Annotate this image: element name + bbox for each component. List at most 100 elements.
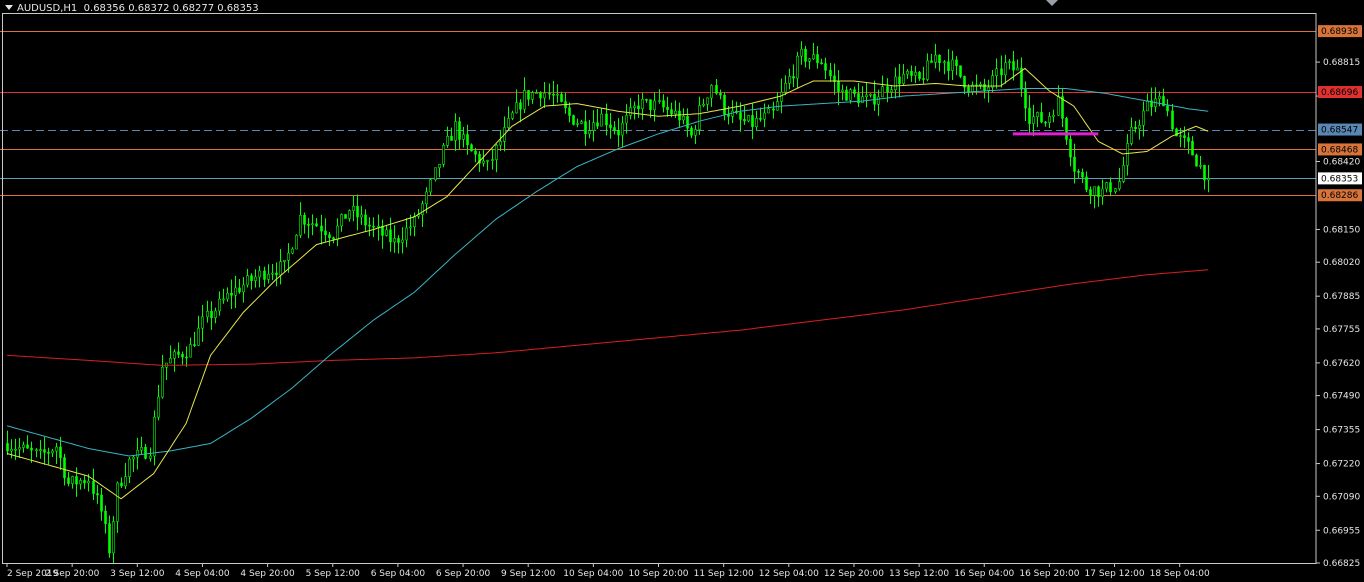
candle-body [759,118,762,120]
candle-body [682,115,685,121]
price-tick-label: 0.68150 [1323,225,1360,235]
candle-body [389,229,392,243]
candle-body [1105,182,1108,190]
candle-body [71,476,74,484]
candle-body [568,107,571,116]
time-tick-label: 12 Sep 04:00 [759,569,819,579]
candle-body [364,214,367,226]
candle-body [694,129,697,136]
candle-body [173,351,176,359]
candle-body [1040,112,1043,123]
candle-body [1004,62,1007,76]
candle-body [189,344,192,358]
time-tick-label: 2 Sep 20:00 [45,569,100,579]
candle-body [938,54,941,63]
candle-body [307,224,310,226]
candle-body [584,121,587,135]
candle-body [588,130,591,135]
time-tick-label: 3 Sep 12:00 [110,569,165,579]
candle-body [246,275,249,286]
candle-body [315,223,318,227]
dropdown-arrow-icon[interactable] [5,5,13,10]
candle-body [824,63,827,71]
candle-body [763,112,766,120]
candle-body [181,354,184,358]
candle-body [548,92,551,95]
candle-body [499,141,502,146]
candle-body [1109,182,1112,193]
candle-body [22,444,25,448]
price-tick-label: 0.67885 [1323,292,1360,302]
candle-body [1028,107,1031,124]
candle-body [26,444,29,449]
time-tick-label: 4 Sep 20:00 [240,569,295,579]
time-tick-label: 6 Sep 04:00 [371,569,426,579]
candle-body [30,447,33,451]
candle-body [926,60,929,80]
candle-body [324,230,327,236]
candle-body [108,523,111,554]
candle-body [678,110,681,121]
chart-canvas[interactable]: 0.68815 0.68420 0.68150 0.68020 0.67885 0.677… [0,0,1364,582]
candle-body [898,76,901,84]
candle-body [906,71,909,75]
candle-body [959,65,962,77]
candle-body [79,480,82,485]
candle-body [987,87,990,91]
candle-body [153,416,156,457]
price-label: 0.68353 [1321,174,1358,184]
candle-body [238,287,241,293]
price-tick-label: 0.66825 [1323,559,1360,569]
candle-body [784,82,787,93]
candle-body [849,89,852,101]
time-tick-label: 6 Sep 20:00 [436,569,491,579]
candle-body [1024,88,1027,109]
time-tick-label: 13 Sep 12:00 [889,569,949,579]
candle-body [177,351,180,355]
candle-body [344,214,347,219]
candle-body [556,93,559,96]
candle-body [955,59,958,67]
chart-title: AUDUSD,H1 0.68356 0.68372 0.68277 0.6835… [5,3,259,14]
time-tick-label: 10 Sep 20:00 [628,569,688,579]
candle-body [140,447,143,451]
candle-body [254,276,257,281]
time-tick-label: 9 Sep 12:00 [501,569,556,579]
candle-body [841,89,844,92]
candle-body [409,226,412,229]
candle-body [434,167,437,181]
candle-body [442,145,445,165]
candle-body [157,396,160,418]
candle-body [279,261,282,276]
candle-body [222,298,225,301]
candle-body [100,494,103,512]
candle-body [1199,165,1202,167]
candle-body [535,92,538,94]
candle-body [645,99,648,101]
candle-body [511,112,514,119]
time-tick-label: 4 Sep 04:00 [175,569,230,579]
candle-body [1101,188,1104,198]
candle-body [715,85,718,94]
price-tick-label: 0.68815 [1323,58,1360,68]
candle-body [767,108,770,114]
candle-body [1052,114,1055,117]
candle-body [600,113,603,127]
candle-body [772,108,775,111]
candle-body [816,54,819,64]
candle-body [291,248,294,254]
candle-body [352,205,355,211]
price-label: 0.68938 [1321,27,1358,37]
candle-body [609,124,612,128]
price-tick-label: 0.67490 [1323,392,1360,402]
candle-body [800,48,803,57]
candle-body [328,234,331,238]
candle-body [381,225,384,236]
candle-body [149,455,152,459]
candle-body [877,96,880,105]
candle-body [527,90,530,100]
candle-body [429,179,432,193]
candle-body [96,493,99,496]
candle-body [1089,189,1092,196]
candle-body [421,203,424,215]
